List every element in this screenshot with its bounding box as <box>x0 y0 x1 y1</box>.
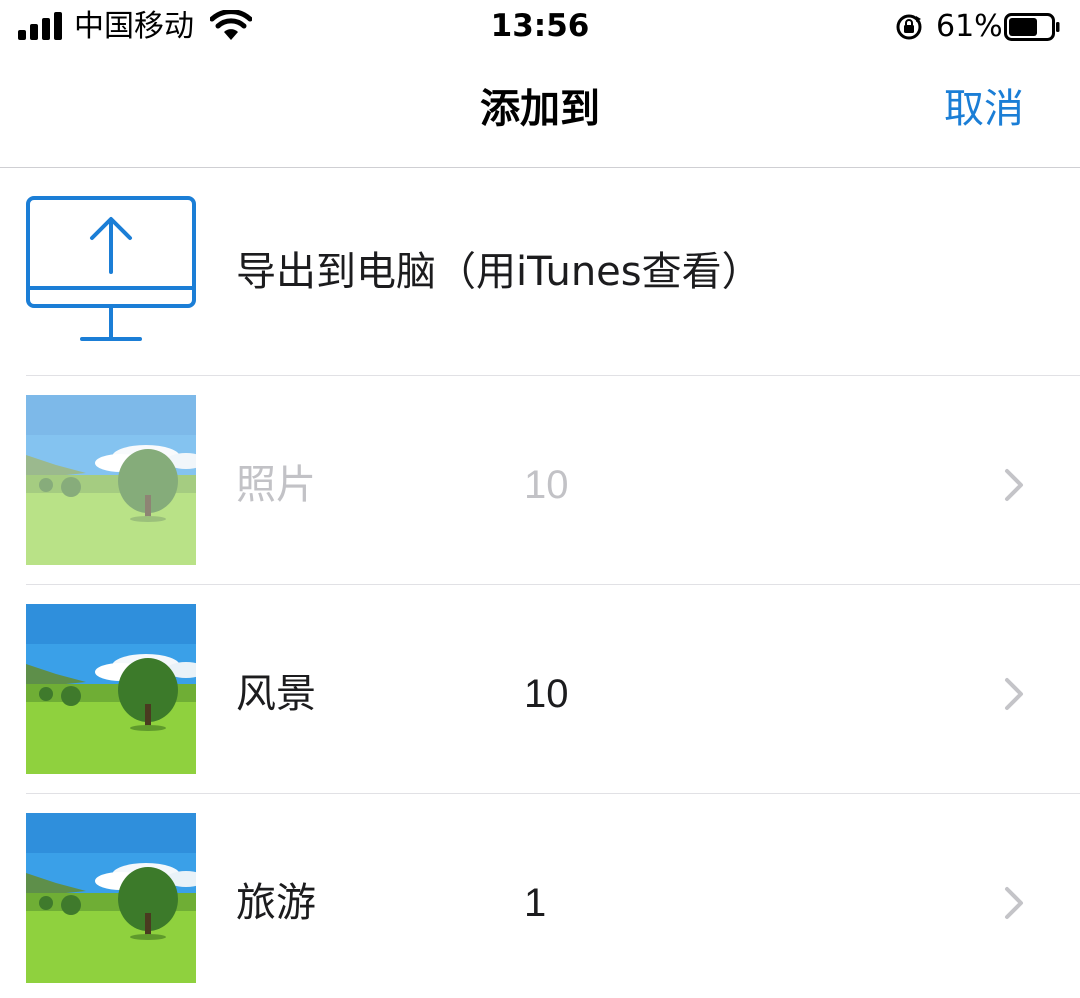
page-title: 添加到 <box>480 86 600 132</box>
album-row-travel[interactable]: 旅游 1 <box>0 794 1080 998</box>
album-count: 1 <box>524 881 547 925</box>
chevron-right-icon <box>1005 887 1023 919</box>
album-name: 照片 <box>236 462 316 508</box>
album-thumbnail <box>26 604 196 774</box>
rotation-lock-icon <box>896 14 922 40</box>
battery-icon <box>1004 13 1060 41</box>
album-name: 风景 <box>236 671 316 717</box>
landscape-tree-image <box>26 813 196 983</box>
export-to-computer-row[interactable]: 导出到电脑（用iTunes查看） <box>0 168 1080 376</box>
battery-percent: 61% <box>936 9 1003 44</box>
export-label: 导出到电脑（用iTunes查看） <box>236 249 762 295</box>
album-thumbnail <box>26 813 196 983</box>
landscape-tree-image <box>26 395 196 565</box>
album-name: 旅游 <box>236 880 316 926</box>
album-count: 10 <box>524 672 569 716</box>
album-row-scenery[interactable]: 风景 10 <box>0 585 1080 794</box>
album-count: 10 <box>524 463 569 507</box>
album-thumbnail <box>26 395 196 565</box>
chevron-right-icon <box>1005 469 1023 501</box>
nav-bar: 添加到 取消 <box>0 56 1080 168</box>
album-row-photos: 照片 10 <box>0 376 1080 585</box>
status-bar: 中国移动 13:56 61% <box>0 0 1080 56</box>
cancel-button[interactable]: 取消 <box>944 84 1024 134</box>
chevron-right-icon <box>1005 678 1023 710</box>
monitor-upload-icon <box>26 196 196 341</box>
landscape-tree-image <box>26 604 196 774</box>
